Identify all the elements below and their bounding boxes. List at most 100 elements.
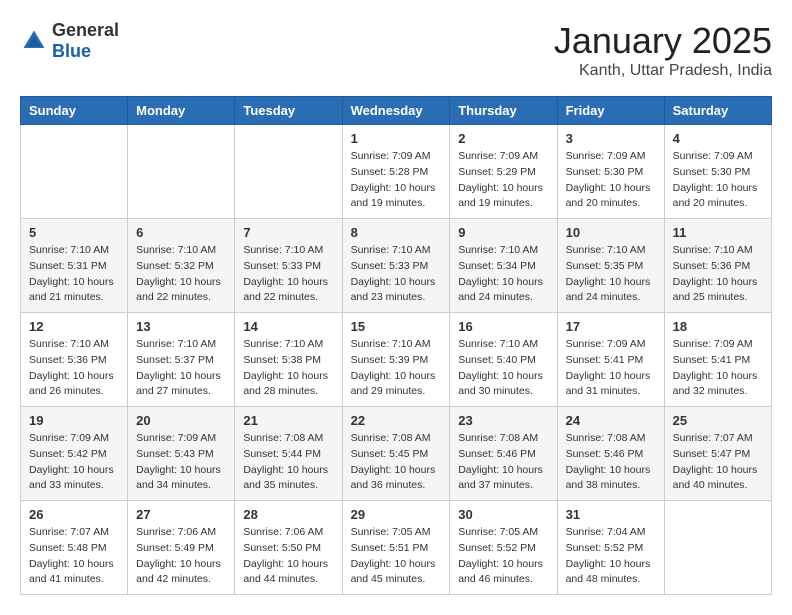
day-info: Sunrise: 7:10 AM Sunset: 5:38 PM Dayligh… [243, 337, 333, 400]
day-number: 9 [458, 225, 548, 240]
weekday-header-wednesday: Wednesday [342, 97, 450, 125]
week-row-3: 12 Sunrise: 7:10 AM Sunset: 5:36 PM Dayli… [21, 313, 772, 407]
weekday-header-monday: Monday [128, 97, 235, 125]
week-row-5: 26 Sunrise: 7:07 AM Sunset: 5:48 PM Dayli… [21, 501, 772, 595]
calendar-cell: 29Sunrise: 7:05 AM Sunset: 5:51 PM Dayli… [342, 501, 450, 595]
day-number: 7 [243, 225, 333, 240]
calendar-cell: 1Sunrise: 7:09 AM Sunset: 5:28 PM Daylig… [342, 125, 450, 219]
weekday-header-tuesday: Tuesday [235, 97, 342, 125]
day-number: 17 [566, 319, 656, 334]
day-info: Sunrise: 7:09 AM Sunset: 5:43 PM Dayligh… [136, 431, 226, 494]
day-number: 14 [243, 319, 333, 334]
calendar-cell: 17 Sunrise: 7:09 AM Sunset: 5:41 PM Dayli… [557, 313, 664, 407]
day-info: Sunrise: 7:08 AM Sunset: 5:46 PM Dayligh… [458, 431, 548, 494]
calendar-cell [128, 125, 235, 219]
day-info: Sunrise: 7:09 AM Sunset: 5:30 PM Dayligh… [566, 149, 656, 212]
day-info: Sunrise: 7:05 AM Sunset: 5:52 PM Dayligh… [458, 525, 548, 588]
day-number: 13 [136, 319, 226, 334]
calendar-cell: 11 Sunrise: 7:10 AM Sunset: 5:36 PM Dayli… [664, 219, 771, 313]
week-row-4: 19 Sunrise: 7:09 AM Sunset: 5:42 PM Dayli… [21, 407, 772, 501]
day-info: Sunrise: 7:10 AM Sunset: 5:37 PM Dayligh… [136, 337, 226, 400]
calendar-cell: 27Sunrise: 7:06 AM Sunset: 5:49 PM Dayli… [128, 501, 235, 595]
calendar-cell: 23 Sunrise: 7:08 AM Sunset: 5:46 PM Dayli… [450, 407, 557, 501]
day-number: 16 [458, 319, 548, 334]
calendar-cell: 21 Sunrise: 7:08 AM Sunset: 5:44 PM Dayli… [235, 407, 342, 501]
day-info: Sunrise: 7:08 AM Sunset: 5:44 PM Dayligh… [243, 431, 333, 494]
calendar-header: SundayMondayTuesdayWednesdayThursdayFrid… [21, 97, 772, 125]
day-number: 15 [351, 319, 442, 334]
calendar-cell: 5Sunrise: 7:10 AM Sunset: 5:31 PM Daylig… [21, 219, 128, 313]
logo-text: General Blue [52, 20, 119, 62]
day-number: 2 [458, 131, 548, 146]
weekday-header-thursday: Thursday [450, 97, 557, 125]
day-info: Sunrise: 7:05 AM Sunset: 5:51 PM Dayligh… [351, 525, 442, 588]
day-info: Sunrise: 7:04 AM Sunset: 5:52 PM Dayligh… [566, 525, 656, 588]
calendar-table: SundayMondayTuesdayWednesdayThursdayFrid… [20, 96, 772, 595]
day-number: 31 [566, 507, 656, 522]
day-number: 30 [458, 507, 548, 522]
calendar-cell: 18Sunrise: 7:09 AM Sunset: 5:41 PM Dayli… [664, 313, 771, 407]
day-number: 3 [566, 131, 656, 146]
day-info: Sunrise: 7:10 AM Sunset: 5:32 PM Dayligh… [136, 243, 226, 306]
day-number: 11 [673, 225, 763, 240]
day-info: Sunrise: 7:10 AM Sunset: 5:35 PM Dayligh… [566, 243, 656, 306]
calendar-body: 1Sunrise: 7:09 AM Sunset: 5:28 PM Daylig… [21, 125, 772, 595]
day-info: Sunrise: 7:08 AM Sunset: 5:46 PM Dayligh… [566, 431, 656, 494]
title-area: January 2025 Kanth, Uttar Pradesh, India [554, 20, 772, 80]
calendar-cell: 4 Sunrise: 7:09 AM Sunset: 5:30 PM Daylig… [664, 125, 771, 219]
day-info: Sunrise: 7:10 AM Sunset: 5:36 PM Dayligh… [29, 337, 119, 400]
logo: General Blue [20, 20, 119, 62]
day-info: Sunrise: 7:10 AM Sunset: 5:33 PM Dayligh… [351, 243, 442, 306]
logo-general: General [52, 20, 119, 41]
calendar-cell: 25Sunrise: 7:07 AM Sunset: 5:47 PM Dayli… [664, 407, 771, 501]
day-number: 19 [29, 413, 119, 428]
day-info: Sunrise: 7:10 AM Sunset: 5:31 PM Dayligh… [29, 243, 119, 306]
day-info: Sunrise: 7:10 AM Sunset: 5:40 PM Dayligh… [458, 337, 548, 400]
day-number: 4 [673, 131, 763, 146]
calendar-cell: 7Sunrise: 7:10 AM Sunset: 5:33 PM Daylig… [235, 219, 342, 313]
day-number: 10 [566, 225, 656, 240]
day-info: Sunrise: 7:10 AM Sunset: 5:39 PM Dayligh… [351, 337, 442, 400]
day-number: 26 [29, 507, 119, 522]
day-number: 8 [351, 225, 442, 240]
calendar-cell: 30 Sunrise: 7:05 AM Sunset: 5:52 PM Dayli… [450, 501, 557, 595]
calendar-cell: 22 Sunrise: 7:08 AM Sunset: 5:45 PM Dayli… [342, 407, 450, 501]
calendar-cell: 10 Sunrise: 7:10 AM Sunset: 5:35 PM Dayli… [557, 219, 664, 313]
day-number: 6 [136, 225, 226, 240]
day-info: Sunrise: 7:09 AM Sunset: 5:42 PM Dayligh… [29, 431, 119, 494]
calendar-cell [235, 125, 342, 219]
day-info: Sunrise: 7:06 AM Sunset: 5:50 PM Dayligh… [243, 525, 333, 588]
day-number: 22 [351, 413, 442, 428]
day-number: 23 [458, 413, 548, 428]
day-info: Sunrise: 7:08 AM Sunset: 5:45 PM Dayligh… [351, 431, 442, 494]
calendar-cell: 9 Sunrise: 7:10 AM Sunset: 5:34 PM Daylig… [450, 219, 557, 313]
day-info: Sunrise: 7:09 AM Sunset: 5:29 PM Dayligh… [458, 149, 548, 212]
day-info: Sunrise: 7:07 AM Sunset: 5:48 PM Dayligh… [29, 525, 119, 588]
day-info: Sunrise: 7:10 AM Sunset: 5:36 PM Dayligh… [673, 243, 763, 306]
calendar-cell: 12 Sunrise: 7:10 AM Sunset: 5:36 PM Dayli… [21, 313, 128, 407]
weekday-row: SundayMondayTuesdayWednesdayThursdayFrid… [21, 97, 772, 125]
week-row-1: 1Sunrise: 7:09 AM Sunset: 5:28 PM Daylig… [21, 125, 772, 219]
calendar-cell: 24 Sunrise: 7:08 AM Sunset: 5:46 PM Dayli… [557, 407, 664, 501]
day-number: 12 [29, 319, 119, 334]
day-info: Sunrise: 7:10 AM Sunset: 5:34 PM Dayligh… [458, 243, 548, 306]
calendar-cell: 26 Sunrise: 7:07 AM Sunset: 5:48 PM Dayli… [21, 501, 128, 595]
day-info: Sunrise: 7:09 AM Sunset: 5:41 PM Dayligh… [673, 337, 763, 400]
weekday-header-saturday: Saturday [664, 97, 771, 125]
day-number: 24 [566, 413, 656, 428]
calendar-cell: 19 Sunrise: 7:09 AM Sunset: 5:42 PM Dayli… [21, 407, 128, 501]
day-number: 1 [351, 131, 442, 146]
calendar-cell: 15 Sunrise: 7:10 AM Sunset: 5:39 PM Dayli… [342, 313, 450, 407]
day-number: 21 [243, 413, 333, 428]
day-info: Sunrise: 7:09 AM Sunset: 5:41 PM Dayligh… [566, 337, 656, 400]
week-row-2: 5Sunrise: 7:10 AM Sunset: 5:31 PM Daylig… [21, 219, 772, 313]
calendar-cell: 2 Sunrise: 7:09 AM Sunset: 5:29 PM Daylig… [450, 125, 557, 219]
day-number: 28 [243, 507, 333, 522]
calendar-cell [664, 501, 771, 595]
day-info: Sunrise: 7:07 AM Sunset: 5:47 PM Dayligh… [673, 431, 763, 494]
calendar-cell: 8 Sunrise: 7:10 AM Sunset: 5:33 PM Daylig… [342, 219, 450, 313]
day-number: 20 [136, 413, 226, 428]
day-info: Sunrise: 7:09 AM Sunset: 5:30 PM Dayligh… [673, 149, 763, 212]
calendar-cell: 31 Sunrise: 7:04 AM Sunset: 5:52 PM Dayli… [557, 501, 664, 595]
page-header: General Blue January 2025 Kanth, Uttar P… [20, 20, 772, 80]
